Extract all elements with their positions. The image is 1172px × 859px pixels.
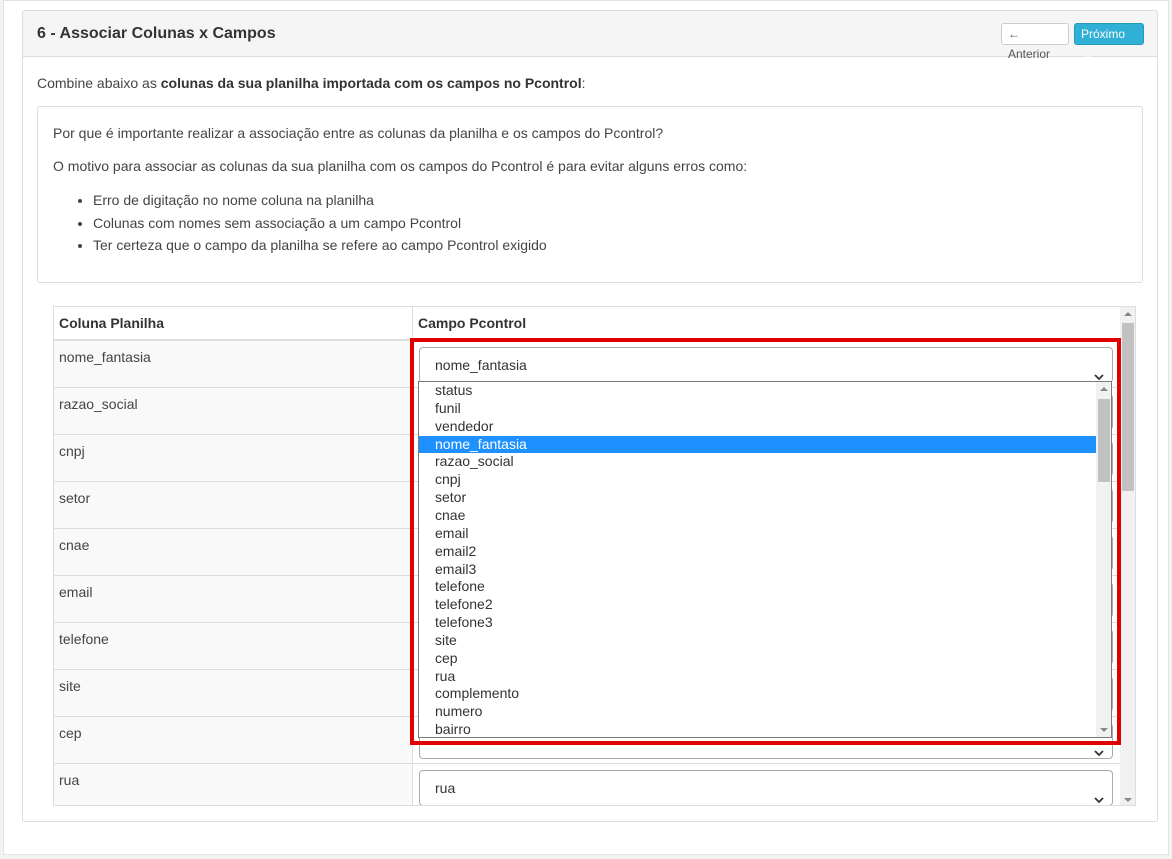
next-button[interactable]: Próximo → (1074, 23, 1144, 61)
column-name: cnae (59, 537, 90, 553)
option-telefone2[interactable]: telefone2 (419, 596, 1096, 614)
option-email2[interactable]: email2 (419, 543, 1096, 561)
column-name: email (59, 584, 93, 600)
error-list-item: Colunas com nomes sem associação a um ca… (93, 212, 547, 235)
intro-bold: colunas da sua planilha importada com os… (160, 75, 582, 91)
column-name: rua (59, 772, 80, 788)
column-name-cell: site (54, 670, 413, 716)
scroll-thumb[interactable] (1122, 323, 1134, 491)
option-setor[interactable]: setor (419, 489, 1096, 507)
column-name: cnpj (59, 443, 85, 459)
column-name: razao_social (59, 396, 138, 412)
table-scrollbar[interactable] (1120, 307, 1135, 805)
scroll-down-icon[interactable] (1100, 728, 1108, 732)
field-options-list[interactable]: status funil vendedor nome_fantasia razao_so… (418, 381, 1112, 738)
page-container: 6 - Associar Colunas x Campos ← Anterior… (3, 0, 1169, 855)
error-list-item: Ter certeza que o campo da planilha se r… (93, 234, 547, 257)
option-status[interactable]: status (419, 382, 1096, 400)
column-name-cell: cnae (54, 529, 413, 575)
option-funil[interactable]: funil (419, 400, 1096, 418)
option-rua[interactable]: rua (419, 668, 1096, 686)
column-name-cell: setor (54, 482, 413, 528)
option-email[interactable]: email (419, 525, 1096, 543)
column-name: cep (59, 725, 82, 741)
column-name-cell: razao_social (54, 388, 413, 434)
options-scrollbar[interactable] (1096, 382, 1111, 737)
column-name: site (59, 678, 81, 694)
info-box: Por que é importante realizar a associaç… (37, 106, 1143, 283)
table-header: Coluna Planilha Campo Pcontrol (54, 307, 1120, 341)
scroll-down-icon[interactable] (1124, 798, 1132, 802)
option-telefone[interactable]: telefone (419, 578, 1096, 596)
column-name-cell: telefone (54, 623, 413, 669)
panel-header: 6 - Associar Colunas x Campos ← Anterior… (23, 11, 1157, 61)
info-reason: O motivo para associar as colunas da sua… (53, 158, 748, 174)
field-select[interactable]: rua (419, 770, 1113, 805)
previous-button[interactable]: ← Anterior (1001, 23, 1069, 61)
option-email3[interactable]: email3 (419, 561, 1096, 579)
column-name-cell: nome_fantasia (54, 341, 413, 387)
intro-text: Combine abaixo as colunas da sua planilh… (37, 75, 586, 91)
scroll-up-icon[interactable] (1124, 312, 1132, 316)
column-header-planilha: Coluna Planilha (54, 307, 413, 339)
option-numero[interactable]: numero (419, 703, 1096, 721)
option-bairro[interactable]: bairro (419, 721, 1096, 737)
option-site[interactable]: site (419, 632, 1096, 650)
intro-suffix: : (581, 75, 586, 91)
option-complemento[interactable]: complemento (419, 685, 1096, 703)
page-title: 6 - Associar Colunas x Campos (37, 25, 276, 42)
column-name: nome_fantasia (59, 349, 151, 365)
intro-prefix: Combine abaixo as (37, 75, 161, 91)
column-name-cell: rua (54, 764, 413, 805)
error-list-item: Erro de digitação no nome coluna na plan… (93, 189, 547, 212)
field-select[interactable]: nome_fantasia (419, 347, 1113, 383)
table-row: rua rua (54, 764, 1120, 805)
field-select-value: nome_fantasia (435, 357, 527, 373)
column-header-pcontrol: Campo Pcontrol (418, 315, 527, 331)
option-cep[interactable]: cep (419, 650, 1096, 668)
error-list: Erro de digitação no nome coluna na plan… (53, 189, 547, 257)
chevron-down-icon (1094, 783, 1104, 804)
info-question: Por que é importante realizar a associaç… (53, 125, 664, 141)
field-select-value: rua (435, 780, 456, 796)
scroll-up-icon[interactable] (1100, 387, 1108, 391)
option-razao-social[interactable]: razao_social (419, 453, 1096, 471)
column-name-cell: cnpj (54, 435, 413, 481)
option-cnae[interactable]: cnae (419, 507, 1096, 525)
scroll-thumb[interactable] (1098, 399, 1110, 482)
field-cell: rua (413, 764, 1120, 805)
column-name: telefone (59, 631, 109, 647)
option-telefone3[interactable]: telefone3 (419, 614, 1096, 632)
option-cnpj[interactable]: cnpj (419, 471, 1096, 489)
column-name-cell: cep (54, 717, 413, 763)
option-nome-fantasia[interactable]: nome_fantasia (419, 435, 1096, 454)
column-name: setor (59, 490, 91, 506)
option-vendedor[interactable]: vendedor (419, 418, 1096, 436)
column-name-cell: email (54, 576, 413, 622)
chevron-down-icon (1094, 360, 1104, 381)
